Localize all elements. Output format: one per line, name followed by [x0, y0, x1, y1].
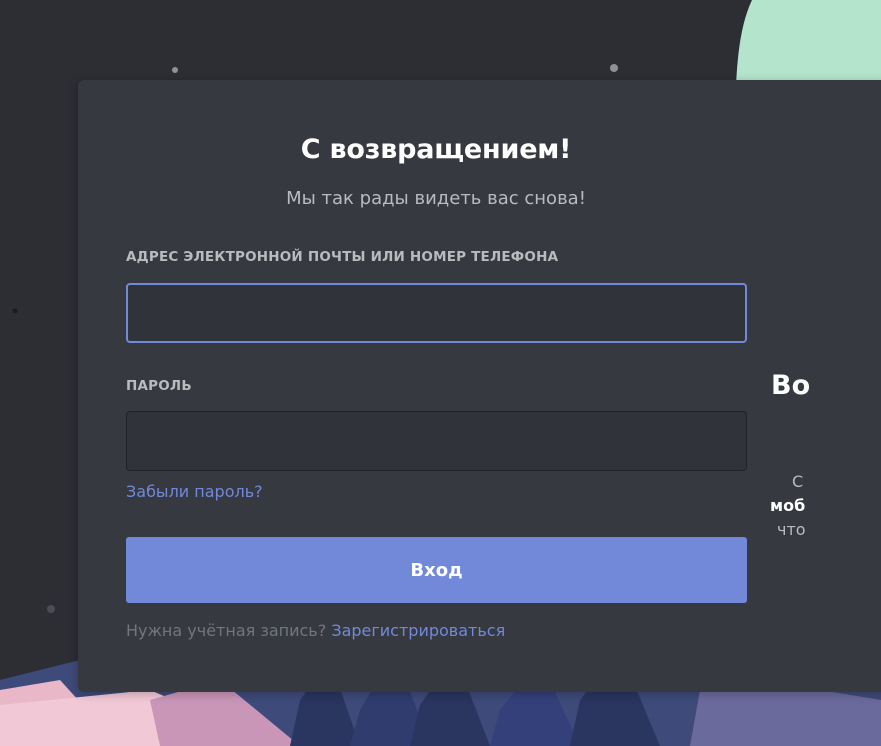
password-label: ПАРОЛЬ	[126, 378, 192, 394]
qr-login-description: С моб что	[760, 470, 880, 542]
qr-desc-line-3: что	[777, 520, 806, 539]
qr-desc-line-2: моб	[770, 496, 806, 515]
register-link[interactable]: Зарегистрироваться	[331, 621, 505, 640]
forgot-password-link[interactable]: Забыли пароль?	[126, 482, 263, 501]
auth-card: С возвращением! Мы так рады видеть вас с…	[78, 80, 881, 692]
login-button[interactable]: Вход	[126, 537, 747, 603]
email-label: АДРЕС ЭЛЕКТРОННОЙ ПОЧТЫ ИЛИ НОМЕР ТЕЛЕФО…	[126, 249, 559, 265]
page-subtitle: Мы так рады видеть вас снова!	[286, 188, 586, 209]
register-prompt: Нужна учётная запись? Зарегистрироваться	[126, 621, 505, 640]
need-account-text: Нужна учётная запись?	[126, 621, 327, 640]
password-field[interactable]	[126, 411, 747, 471]
qr-login-title: Во	[771, 370, 811, 401]
page-title: С возвращением!	[300, 134, 572, 165]
qr-desc-line-1: С	[792, 472, 804, 491]
email-field[interactable]	[126, 283, 747, 343]
